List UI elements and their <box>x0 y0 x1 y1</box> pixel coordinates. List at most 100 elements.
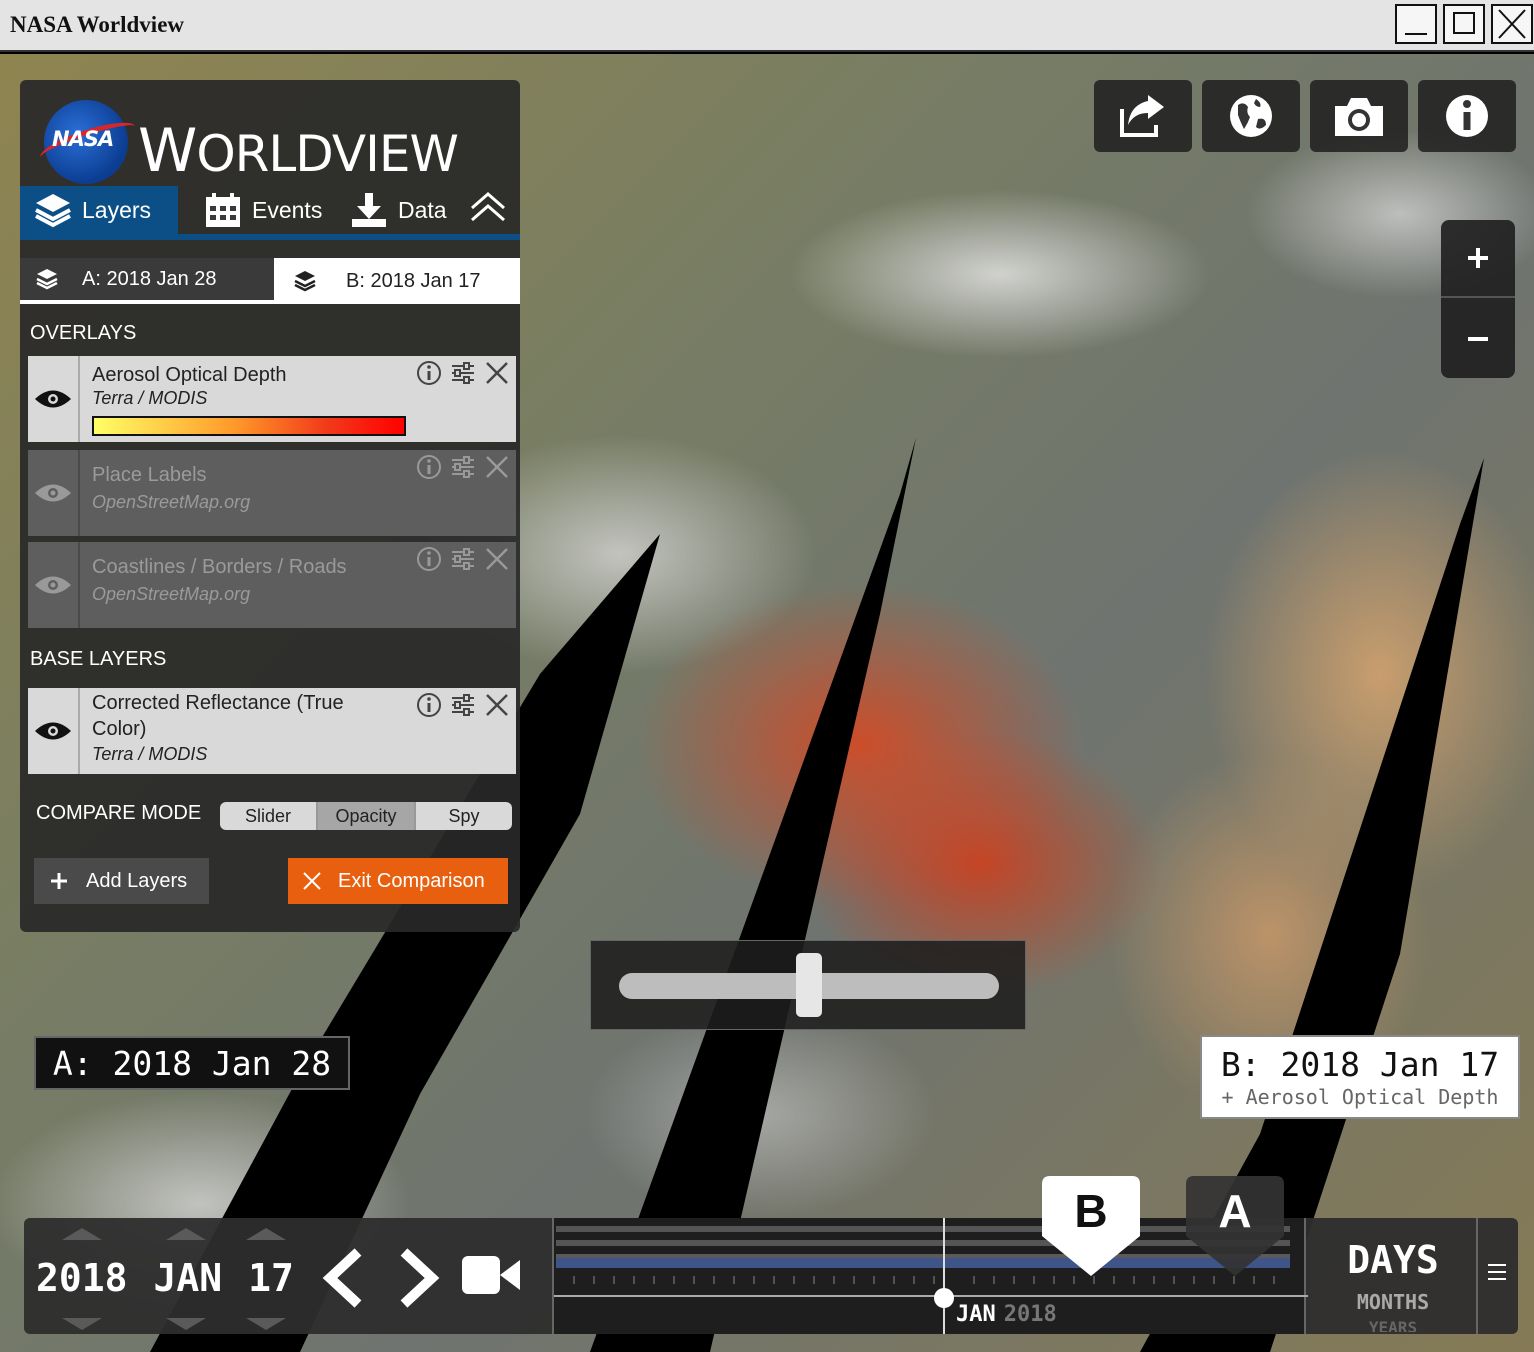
compare-mode-slider[interactable]: Slider <box>220 802 318 830</box>
visibility-toggle[interactable] <box>28 542 80 628</box>
snapshot-button[interactable] <box>1310 80 1408 152</box>
compare-mode-label: COMPARE MODE <box>36 802 202 824</box>
tab-layers-label: Layers <box>82 196 152 223</box>
camera-icon <box>1335 98 1383 136</box>
close-button[interactable] <box>1491 4 1533 44</box>
tab-events[interactable]: Events <box>204 186 322 234</box>
globe-icon <box>1230 95 1272 137</box>
nasa-logo-icon: NASA <box>36 100 140 184</box>
settings-sliders-icon[interactable] <box>450 692 476 718</box>
maximize-button[interactable] <box>1443 4 1485 44</box>
info-icon[interactable] <box>416 360 442 386</box>
remove-layer-icon[interactable] <box>484 546 510 572</box>
sidebar-tabs: Layers Events Data <box>20 186 520 240</box>
day-up-arrow[interactable] <box>246 1228 286 1240</box>
calendar-icon <box>206 193 240 227</box>
day-down-arrow[interactable] <box>246 1318 286 1330</box>
timeline: 2018 JAN 17 JAN 2018 DAYS MONTHS YEARS <box>24 1218 1518 1334</box>
year-up-arrow[interactable] <box>62 1228 102 1240</box>
eye-icon <box>35 390 71 408</box>
next-day-icon[interactable] <box>396 1248 442 1308</box>
timeline-marker-a[interactable]: A <box>1186 1176 1284 1276</box>
zoom-out-button[interactable] <box>1441 300 1515 378</box>
date-year[interactable]: 2018 <box>36 1256 128 1300</box>
video-camera-icon[interactable] <box>462 1252 520 1298</box>
base-layers-heading: BASE LAYERS <box>30 648 167 670</box>
eye-icon <box>35 484 71 502</box>
settings-sliders-icon[interactable] <box>450 546 476 572</box>
download-icon <box>352 193 386 227</box>
info-icon[interactable] <box>416 454 442 480</box>
menu-icon[interactable] <box>1488 1262 1506 1282</box>
opacity-slider-handle[interactable] <box>796 953 822 1017</box>
compare-mode-spy[interactable]: Spy <box>416 802 512 830</box>
minimize-button[interactable] <box>1395 4 1437 44</box>
axis-month: JAN <box>956 1302 996 1327</box>
tab-compare-a[interactable]: A: 2018 Jan 28 <box>20 258 274 304</box>
remove-layer-icon[interactable] <box>484 692 510 718</box>
worldview-wordmark: WORLDVIEW <box>138 116 459 186</box>
visibility-toggle[interactable] <box>28 450 80 536</box>
visibility-toggle[interactable] <box>28 356 80 442</box>
month-up-arrow[interactable] <box>166 1228 206 1240</box>
layer-place-labels[interactable]: Place Labels OpenStreetMap.org <box>28 450 516 536</box>
compare-mode-selector: Slider Opacity Spy <box>220 802 512 830</box>
settings-sliders-icon[interactable] <box>450 360 476 386</box>
zoom-level-years[interactable]: YEARS <box>1308 1318 1478 1332</box>
plus-icon <box>51 873 67 889</box>
add-layers-button[interactable]: Add Layers <box>34 858 209 904</box>
tab-layers[interactable]: Layers <box>20 186 178 234</box>
layer-source: OpenStreetMap.org <box>92 492 251 512</box>
eye-icon <box>35 576 71 594</box>
info-icon[interactable] <box>416 692 442 718</box>
tab-compare-b[interactable]: B: 2018 Jan 17 <box>274 258 520 304</box>
layer-name: Corrected Reflectance (True Color) <box>92 692 344 740</box>
tab-compare-b-label: B: 2018 Jan 17 <box>346 269 481 292</box>
close-icon <box>303 872 321 890</box>
settings-sliders-icon[interactable] <box>450 454 476 480</box>
layers-icon <box>35 194 71 228</box>
zoom-level-days[interactable]: DAYS <box>1308 1238 1478 1282</box>
opacity-slider[interactable] <box>590 940 1026 1030</box>
prev-day-icon[interactable] <box>320 1248 366 1308</box>
layers-icon <box>36 269 58 290</box>
month-down-arrow[interactable] <box>166 1318 206 1330</box>
marker-a-label: A <box>1218 1185 1252 1237</box>
layer-controls <box>416 360 510 386</box>
share-button[interactable] <box>1094 80 1192 152</box>
visibility-toggle[interactable] <box>28 688 80 774</box>
zoom-in-button[interactable] <box>1441 220 1515 298</box>
layer-coastlines-borders-roads[interactable]: Coastlines / Borders / Roads OpenStreetM… <box>28 542 516 628</box>
timeline-axis-label: JAN 2018 <box>956 1302 1057 1327</box>
date-day[interactable]: 17 <box>248 1256 294 1300</box>
year-down-arrow[interactable] <box>62 1318 102 1330</box>
exit-comparison-button[interactable]: Exit Comparison <box>288 858 508 904</box>
remove-layer-icon[interactable] <box>484 360 510 386</box>
layer-aerosol-optical-depth[interactable]: Aerosol Optical Depth Terra / MODIS <box>28 356 516 442</box>
remove-layer-icon[interactable] <box>484 454 510 480</box>
compare-mode-opacity[interactable]: Opacity <box>318 802 416 830</box>
window-title: NASA Worldview <box>10 12 185 37</box>
zoom-level-months[interactable]: MONTHS <box>1308 1290 1478 1314</box>
layer-name: Place Labels <box>92 464 207 486</box>
info-icon <box>1446 95 1488 137</box>
tab-data[interactable]: Data <box>350 186 447 234</box>
timeline-marker-b[interactable]: B <box>1042 1176 1140 1276</box>
window-titlebar: NASA Worldview <box>0 0 1534 52</box>
info-icon[interactable] <box>416 546 442 572</box>
map-date-label-a: A: 2018 Jan 28 <box>34 1036 350 1090</box>
date-selector: 2018 JAN 17 <box>36 1256 294 1300</box>
layers-icon <box>294 271 316 292</box>
date-month[interactable]: JAN <box>154 1256 223 1300</box>
worldview-logo: NASA WORLDVIEW <box>36 98 459 198</box>
timeline-zoom-level[interactable]: DAYS MONTHS YEARS <box>1308 1218 1478 1334</box>
projection-button[interactable] <box>1202 80 1300 152</box>
exit-comparison-label: Exit Comparison <box>338 869 485 892</box>
tab-compare-a-label: A: 2018 Jan 28 <box>82 267 217 290</box>
info-button[interactable] <box>1418 80 1516 152</box>
collapse-sidebar-button[interactable] <box>468 190 508 226</box>
layer-corrected-reflectance[interactable]: Corrected Reflectance (True Color) Terra… <box>28 688 516 774</box>
eye-icon <box>35 722 71 740</box>
overlays-heading: OVERLAYS <box>30 322 137 344</box>
plus-icon <box>1468 248 1488 268</box>
